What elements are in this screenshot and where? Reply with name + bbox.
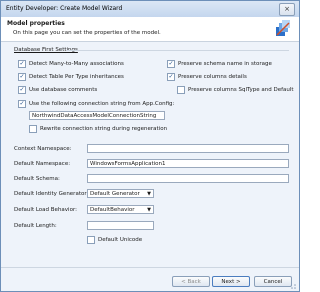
chevron-down-icon[interactable]: ▼ <box>147 206 151 214</box>
use-connstr-checkbox[interactable]: ✓ Use the following connection string fr… <box>18 100 174 108</box>
preserve-columns-checkbox[interactable]: ✓ Preserve columns details <box>167 73 247 81</box>
next-button[interactable]: Next > <box>212 276 250 287</box>
close-button[interactable]: × <box>279 3 295 16</box>
checkbox-box[interactable] <box>177 86 185 94</box>
cancel-button[interactable]: Cancel <box>254 276 292 287</box>
chevron-down-icon[interactable]: ▼ <box>147 190 151 198</box>
checkbox-box[interactable]: ✓ <box>18 73 26 81</box>
identity-generator-label: Default Identity Generator: <box>14 191 89 197</box>
checkbox-label: Rewrite connection string during regener… <box>40 126 168 132</box>
rewrite-connstr-checkbox[interactable]: Rewrite connection string during regener… <box>29 125 167 133</box>
page-subtitle: On this page you can set the properties … <box>13 30 161 36</box>
default-schema-input[interactable] <box>87 174 289 183</box>
load-behavior-label: Default Load Behavior: <box>14 207 77 213</box>
context-namespace-input[interactable] <box>87 144 289 153</box>
checkbox-label: Use database comments <box>29 87 98 93</box>
checkbox-box[interactable]: ✓ <box>167 73 175 81</box>
preserve-schema-checkbox[interactable]: ✓ Preserve schema name in storage <box>167 60 272 68</box>
identity-generator-select[interactable]: Default Generator ▼ <box>87 189 154 198</box>
checkbox-label: Preserve columns SqlType and Default <box>188 87 294 93</box>
checkbox-box[interactable]: ✓ <box>167 60 175 68</box>
window-title: Entity Developer: Create Model Wizard <box>6 5 123 12</box>
select-value: DefaultBehavior <box>90 207 135 213</box>
section-divider <box>67 50 289 51</box>
back-button[interactable]: < Back <box>172 276 210 287</box>
default-namespace-input[interactable]: WindowsFormsApplication1 <box>87 159 289 168</box>
checkbox-label: Detect Many-to-Many associations <box>29 61 124 67</box>
wizard-header: Model properties On this page you can se… <box>1 17 299 42</box>
default-length-label: Default Length: <box>14 223 57 229</box>
checkbox-label: Preserve schema name in storage <box>178 61 272 67</box>
title-bar: Entity Developer: Create Model Wizard × <box>1 1 299 17</box>
wizard-logo-icon <box>276 20 290 36</box>
use-comments-checkbox[interactable]: ✓ Use database comments <box>18 86 97 94</box>
context-namespace-label: Context Namespace: <box>14 146 72 152</box>
default-length-input[interactable] <box>87 221 154 230</box>
checkbox-label: Detect Table Per Type inheritances <box>29 74 124 80</box>
connection-string-input[interactable]: NorthwindDataAccessModelConnectionString <box>29 111 165 120</box>
checkbox-label: Preserve columns details <box>178 74 247 80</box>
wizard-window: Entity Developer: Create Model Wizard × … <box>0 0 300 292</box>
wizard-footer: < Back Next > Cancel <box>1 267 299 291</box>
default-schema-label: Default Schema: <box>14 176 60 182</box>
checkbox-box[interactable]: ✓ <box>18 86 26 94</box>
select-value: Default Generator <box>90 191 140 197</box>
checkbox-box[interactable]: ✓ <box>18 60 26 68</box>
default-unicode-checkbox[interactable]: Default Unicode <box>87 236 142 244</box>
detect-m2m-checkbox[interactable]: ✓ Detect Many-to-Many associations <box>18 60 124 68</box>
checkbox-box[interactable]: ✓ <box>18 100 26 108</box>
detect-tpt-checkbox[interactable]: ✓ Detect Table Per Type inheritances <box>18 73 124 81</box>
preserve-sqltype-checkbox[interactable]: Preserve columns SqlType and Default <box>177 86 294 94</box>
checkbox-box[interactable] <box>29 125 37 133</box>
checkbox-box[interactable] <box>87 236 95 244</box>
checkbox-label: Default Unicode <box>98 237 143 243</box>
page-title: Model properties <box>7 20 65 27</box>
resize-grip-icon[interactable] <box>289 282 297 290</box>
load-behavior-select[interactable]: DefaultBehavior ▼ <box>87 205 154 214</box>
default-namespace-label: Default Namespace: <box>14 161 71 167</box>
checkbox-label: Use the following connection string from… <box>29 101 175 107</box>
